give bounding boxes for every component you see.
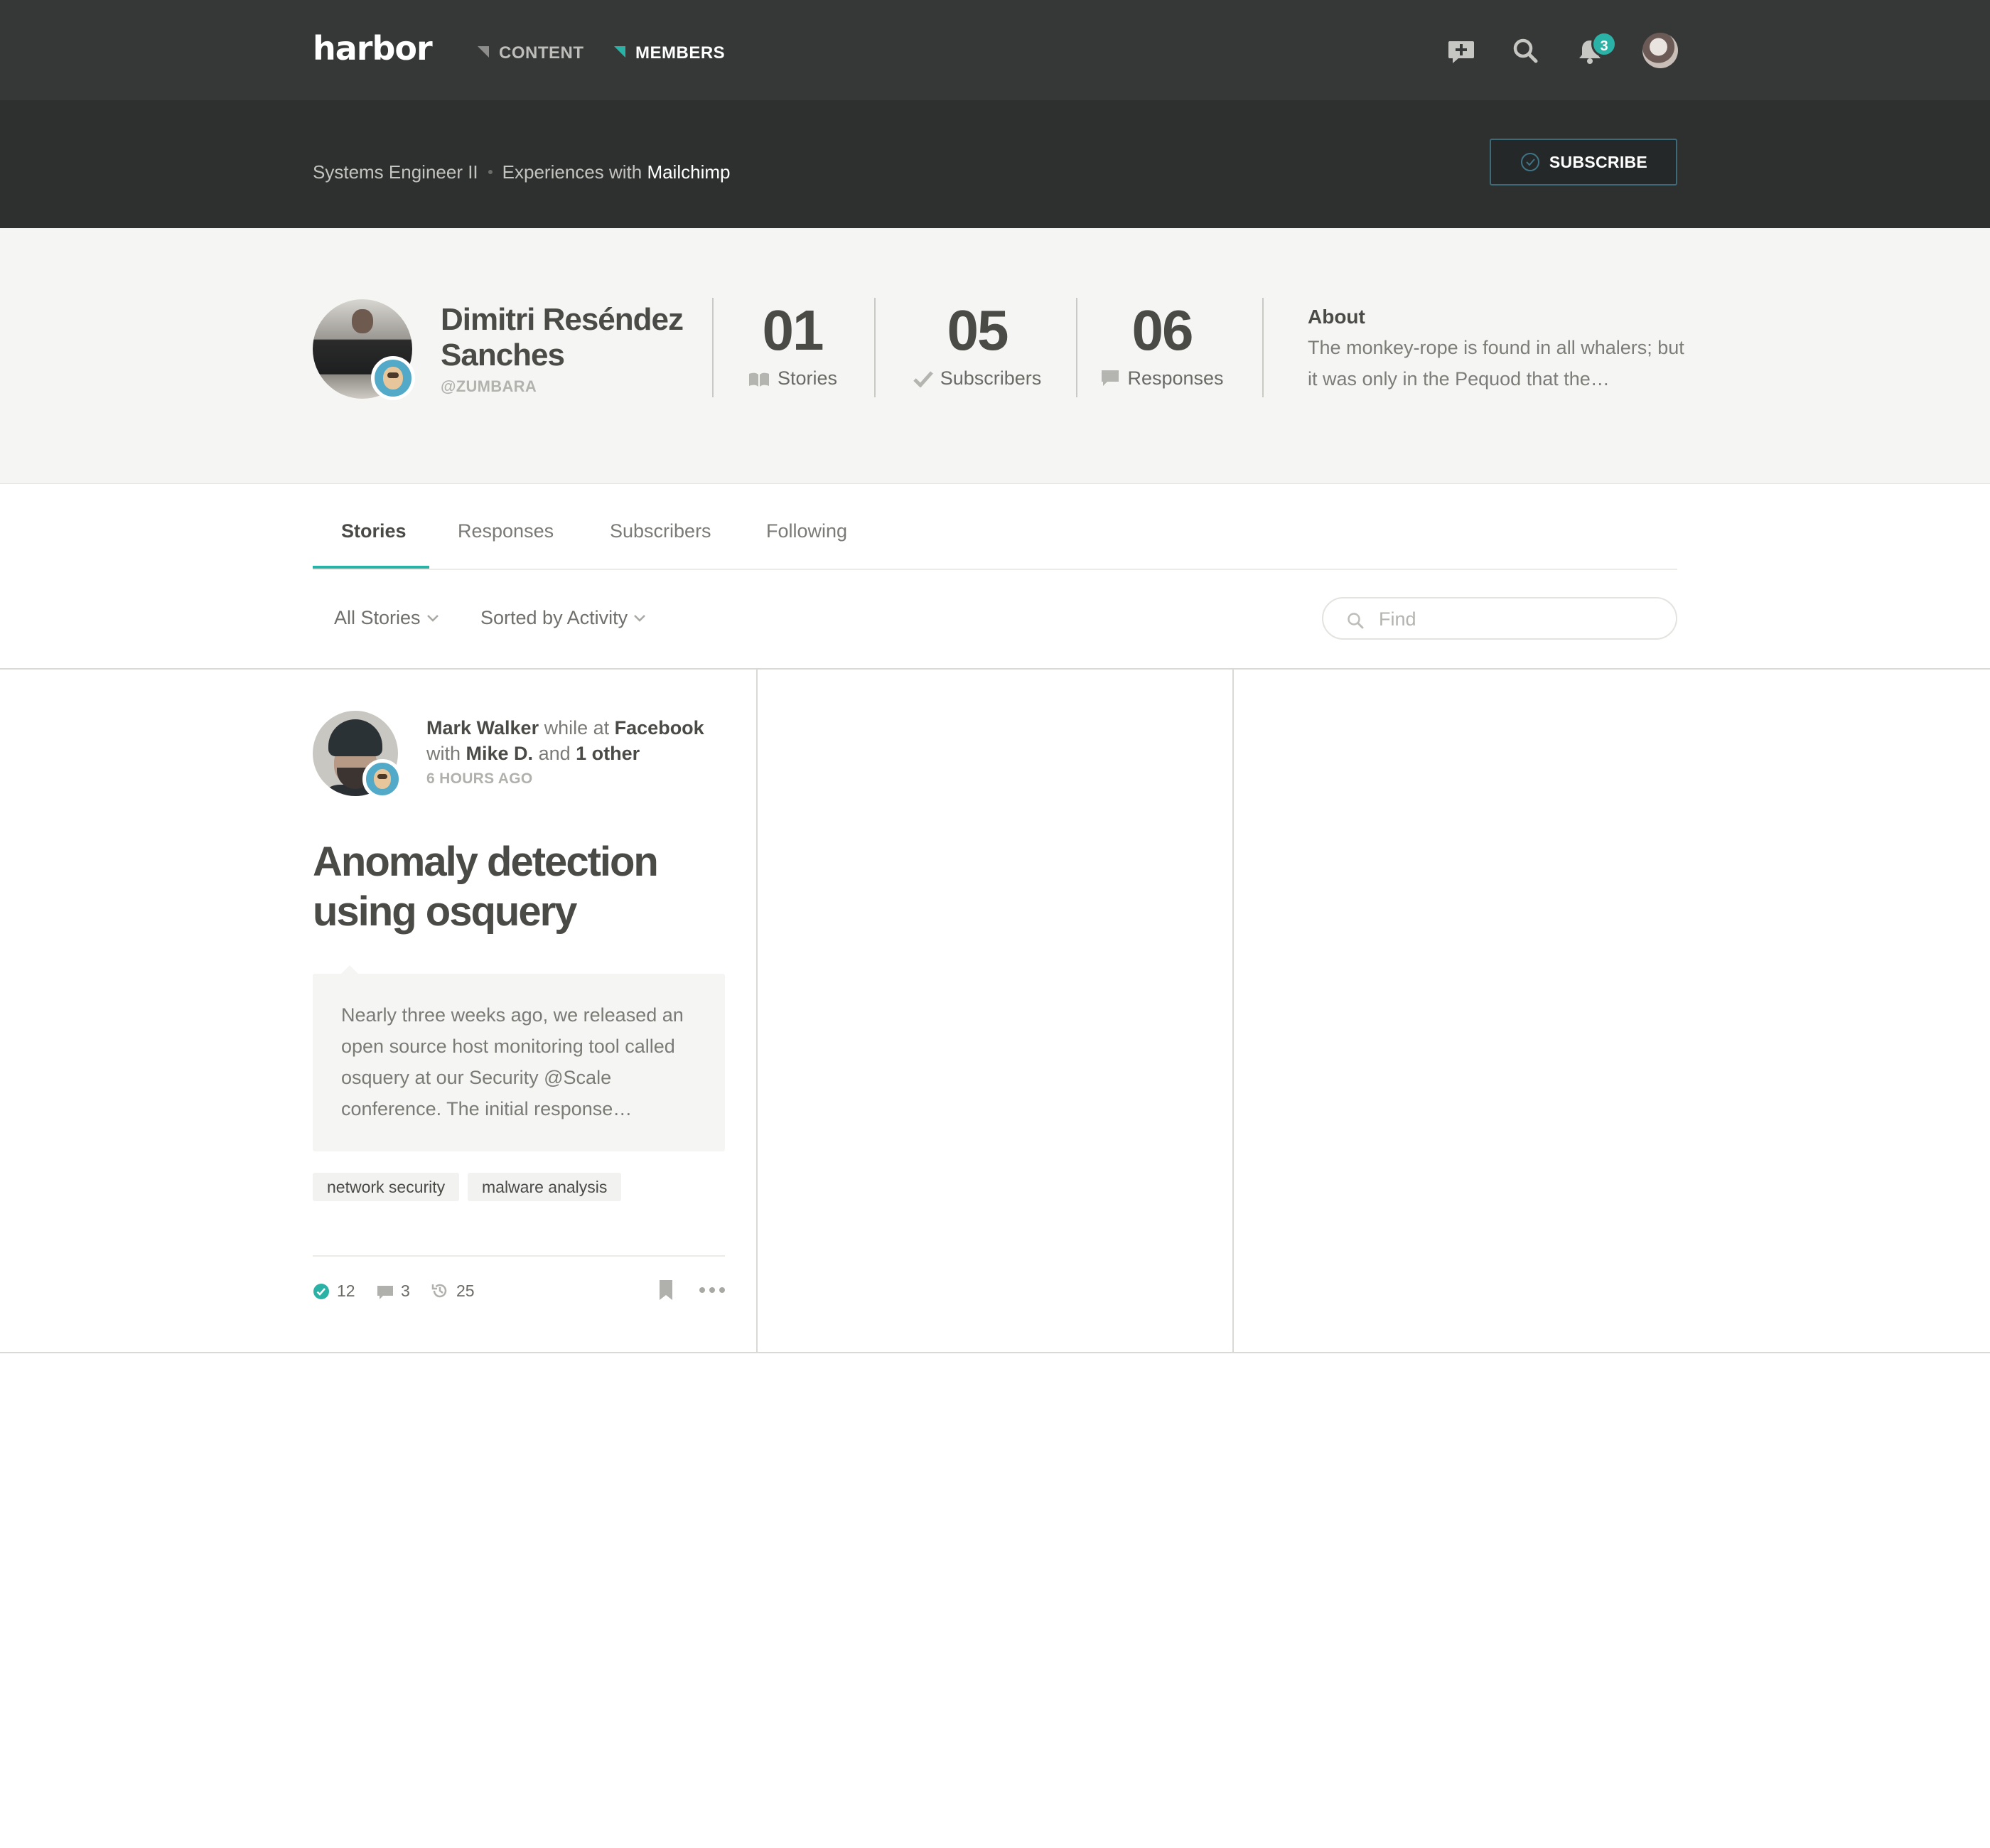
user-avatar[interactable] [1642,33,1678,68]
company-badge-icon [362,759,402,799]
breadcrumb-role[interactable]: Systems Engineer II [313,161,478,183]
grid-divider [0,668,1990,670]
comments-value: 3 [401,1282,410,1300]
stat-stories-value: 01 [762,299,824,362]
story-title[interactable]: Anomaly detection using osquery [313,837,739,937]
nav-link-members[interactable]: MEMBERS [614,44,725,63]
story-meta: Mark Walker while at Facebook with Mike … [426,715,739,789]
harbor-logo[interactable]: harbor [313,31,433,65]
scope-dropdown[interactable]: All Stories [334,606,439,630]
more-options-icon[interactable] [698,1285,726,1295]
checkmark-icon [913,371,933,388]
breadcrumb-separator-icon [488,169,493,174]
while-at-text: while at [544,717,610,738]
sort-dropdown[interactable]: Sorted by Activity [480,606,646,630]
breadcrumb-company[interactable]: Mailchimp [647,161,730,183]
top-navigation: harbor CONTENT MEMBERS 3 [0,0,1990,100]
book-icon [748,372,769,387]
stat-responses-value: 06 [1131,299,1194,362]
stat-divider [874,298,876,397]
stat-subscribers-label: Subscribers [940,367,1042,389]
stat-responses-label: Responses [1127,367,1224,389]
stat-divider [1076,298,1077,397]
story-excerpt[interactable]: Nearly three weeks ago, we released an o… [313,965,725,1151]
stat-subscribers-value: 05 [947,299,1009,362]
tab-responses[interactable]: Responses [458,519,554,543]
tab-subscribers[interactable]: Subscribers [610,519,711,543]
search-icon [1348,613,1364,629]
stat-stories-label: Stories [777,367,838,389]
and-text: and [538,743,571,764]
active-tab-indicator [313,566,429,569]
stat-divider [1262,298,1264,397]
nav-link-content[interactable]: CONTENT [478,44,584,63]
profile-name: Dimitri Reséndez Sanches [441,302,684,372]
find-field[interactable] [1322,597,1677,640]
subscribe-label: SUBSCRIBE [1549,152,1648,171]
nav-indicator-icon [614,46,625,58]
likes-count[interactable]: 12 [313,1279,355,1302]
sort-dropdown-label: Sorted by Activity [480,607,628,628]
views-count[interactable]: 25 [431,1279,475,1302]
nav-link-label: MEMBERS [635,43,726,63]
coauthor-name[interactable]: Mike D. [466,743,534,764]
stat-responses[interactable]: 06 Responses [1094,299,1230,390]
find-input[interactable] [1379,606,1656,633]
history-icon [431,1284,447,1298]
tab-stories[interactable]: Stories [341,519,407,543]
bookmark-icon[interactable] [658,1279,674,1301]
grid-divider [0,1352,1990,1353]
grid-divider [1232,668,1234,1353]
stat-stories[interactable]: 01 Stories [739,299,846,390]
scope-dropdown-label: All Stories [334,607,421,628]
profile-summary: Dimitri Reséndez Sanches @ZUMBARA 01 Sto… [0,228,1990,484]
likes-value: 12 [337,1282,355,1300]
card-divider [313,1255,725,1257]
other-coauthors[interactable]: 1 other [576,743,640,764]
grid-divider [756,668,758,1353]
check-circle-icon [313,1284,329,1299]
with-text: with [426,743,461,764]
comments-count[interactable]: 3 [377,1279,410,1302]
stat-divider [712,298,714,397]
tag-malware-analysis[interactable]: malware analysis [468,1173,622,1201]
check-circle-icon [1520,153,1539,171]
compose-icon[interactable] [1446,36,1477,67]
profile-tabs: Stories Responses Subscribers Following [313,485,1677,570]
profile-handle: @ZUMBARA [441,377,537,395]
comment-icon [377,1286,393,1299]
breadcrumb-prefix: Experiences with [502,161,642,183]
about-text: The monkey-rope is found in all whalers;… [1308,337,1684,390]
stat-subscribers[interactable]: 05 Subscribers [903,299,1052,390]
breadcrumb: Systems Engineer II Experiences with Mail… [313,161,730,183]
chevron-down-icon [634,615,645,622]
comment-icon [1102,370,1119,386]
about-section: About The monkey-rope is found in all wh… [1308,305,1684,394]
author-company[interactable]: Facebook [615,717,704,738]
experience-header: Systems Engineer II Experiences with Mail… [0,100,1990,228]
search-icon[interactable] [1510,36,1542,67]
notification-count-badge[interactable]: 3 [1591,31,1617,57]
author-name[interactable]: Mark Walker [426,717,539,738]
views-value: 25 [456,1282,475,1300]
tab-following[interactable]: Following [766,519,847,543]
story-timestamp: 6 HOURS AGO [426,770,533,787]
about-heading: About [1308,306,1365,328]
story-excerpt-text: Nearly three weeks ago, we released an o… [341,1004,684,1119]
subscribe-button[interactable]: SUBSCRIBE [1490,139,1677,186]
chevron-down-icon [426,615,439,622]
company-badge-icon [371,356,415,400]
nav-link-label: CONTENT [499,43,584,63]
tag-network-security[interactable]: network security [313,1173,460,1201]
nav-indicator-icon [478,46,489,58]
